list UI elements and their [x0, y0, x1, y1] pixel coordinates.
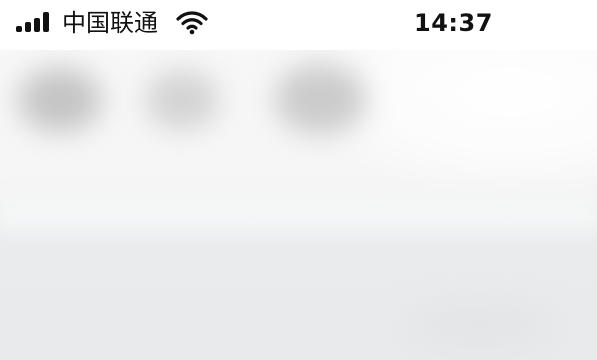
- blurred-shape: [275, 64, 367, 134]
- carrier-name: 中国联通: [62, 9, 158, 37]
- content-soft-band: [0, 175, 597, 255]
- signal-bar: [25, 22, 31, 32]
- signal-bar: [43, 12, 49, 32]
- status-bar: 中国联通 14:37: [0, 0, 597, 50]
- blurred-shape: [18, 68, 102, 132]
- signal-strength-icon: [16, 12, 56, 32]
- wifi-icon: [176, 11, 208, 35]
- blurred-shape: [405, 305, 555, 345]
- signal-bar: [34, 18, 40, 32]
- status-time: 14:37: [414, 9, 493, 37]
- blurred-content: [0, 50, 597, 360]
- blurred-shape: [145, 70, 219, 130]
- signal-bar: [16, 26, 22, 32]
